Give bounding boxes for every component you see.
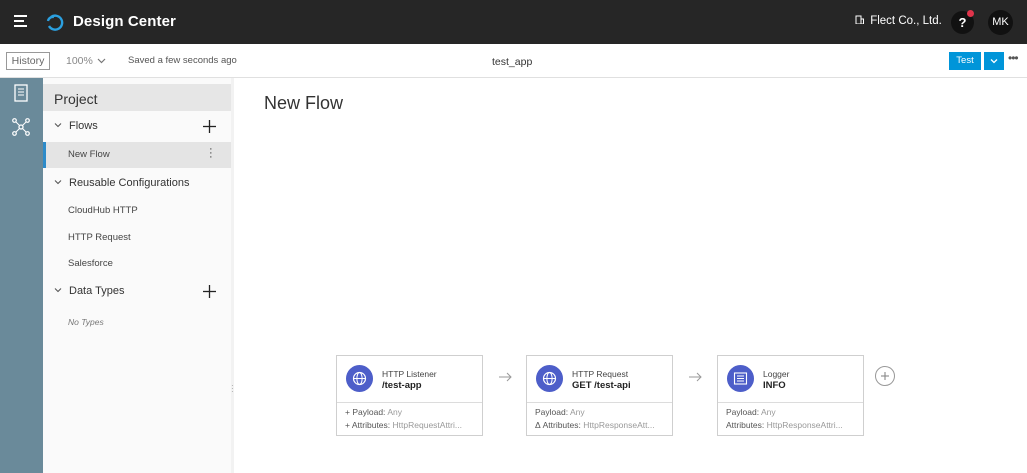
- chevron-down-icon: [54, 288, 62, 293]
- chevron-down-icon[interactable]: [97, 56, 106, 65]
- test-dropdown-button[interactable]: [984, 52, 1004, 70]
- reusable-section-header[interactable]: Reusable Configurations: [54, 177, 189, 189]
- node-attributes: + Attributes: HttpRequestAttri...: [345, 420, 462, 430]
- more-options-icon[interactable]: •••: [1008, 51, 1019, 65]
- flow-node-http-listener[interactable]: HTTP Listener /test-app + Payload: Any +…: [336, 355, 483, 436]
- chevron-down-icon: [990, 59, 998, 64]
- save-status: Saved a few seconds ago: [128, 55, 237, 66]
- sub-toolbar: History 100% Saved a few seconds ago tes…: [0, 44, 1027, 78]
- notification-dot: [967, 10, 974, 17]
- panel-resize-handle[interactable]: [231, 78, 234, 473]
- attr-label: Attributes:: [351, 420, 391, 430]
- node-payload: Payload: Any: [726, 407, 776, 417]
- reusable-label: Reusable Configurations: [69, 177, 190, 189]
- flow-item[interactable]: New Flow: [68, 149, 110, 160]
- add-data-type-icon[interactable]: [203, 285, 216, 298]
- node-payload: + Payload: Any: [345, 407, 402, 417]
- org-selector[interactable]: Flect Co., Ltd.: [855, 15, 942, 27]
- flow-title[interactable]: New Flow: [264, 93, 343, 114]
- payload-prefix: +: [345, 407, 350, 417]
- project-name: test_app: [492, 56, 533, 68]
- left-rail: [0, 78, 43, 473]
- node-payload: Payload: Any: [535, 407, 585, 417]
- config-item[interactable]: HTTP Request: [68, 232, 131, 243]
- config-item[interactable]: Salesforce: [68, 258, 113, 269]
- attr-prefix: +: [345, 420, 350, 430]
- node-name: HTTP Request: [572, 369, 629, 379]
- data-types-label: Data Types: [69, 285, 125, 297]
- zoom-level[interactable]: 100%: [66, 55, 93, 67]
- cloud-logo-icon[interactable]: [45, 12, 65, 32]
- flow-network-icon[interactable]: [12, 118, 30, 136]
- payload-value: Any: [387, 407, 402, 417]
- node-name: Logger: [763, 369, 790, 379]
- node-detail: GET /test-api: [572, 380, 631, 391]
- kebab-icon[interactable]: · · ·: [209, 144, 213, 163]
- test-button[interactable]: Test: [949, 52, 981, 70]
- flows-label: Flows: [69, 120, 98, 132]
- flow-node-http-request[interactable]: HTTP Request GET /test-api Payload: Any …: [526, 355, 673, 436]
- resize-grip-icon[interactable]: · · ·: [231, 382, 234, 396]
- attr-value: HttpResponseAttri...: [766, 420, 843, 430]
- node-header: HTTP Request GET /test-api: [527, 356, 672, 403]
- add-circle-icon[interactable]: [875, 366, 895, 386]
- globe-icon: [536, 365, 563, 392]
- node-header: Logger INFO: [718, 356, 863, 403]
- history-button[interactable]: History: [6, 52, 50, 70]
- flows-section-header[interactable]: Flows: [54, 120, 98, 132]
- add-flow-icon[interactable]: [203, 120, 216, 133]
- node-header: HTTP Listener /test-app: [337, 356, 482, 403]
- node-name: HTTP Listener: [382, 369, 437, 379]
- hamburger-icon[interactable]: [14, 15, 27, 28]
- attr-prefix: Δ: [535, 420, 541, 430]
- node-detail: INFO: [763, 380, 786, 391]
- no-types-text: No Types: [68, 317, 104, 327]
- globe-icon: [346, 365, 373, 392]
- document-icon[interactable]: [12, 84, 30, 102]
- payload-label: Payload:: [726, 407, 760, 417]
- payload-value: Any: [761, 407, 776, 417]
- payload-value: Any: [570, 407, 585, 417]
- node-detail: /test-app: [382, 380, 422, 391]
- data-types-section-header[interactable]: Data Types: [54, 285, 124, 297]
- attr-label: Attributes:: [542, 420, 581, 430]
- chevron-down-icon: [54, 180, 62, 185]
- logger-icon: [727, 365, 754, 392]
- attr-value: HttpResponseAtt...: [583, 420, 655, 430]
- chevron-down-icon: [54, 123, 62, 128]
- avatar[interactable]: MK: [988, 10, 1013, 35]
- project-panel: Project Flows New Flow · · · Reusable Conf…: [43, 78, 231, 473]
- flow-node-logger[interactable]: Logger INFO Payload: Any Attributes: Htt…: [717, 355, 864, 436]
- attr-value: HttpRequestAttri...: [392, 420, 462, 430]
- payload-label: Payload:: [535, 407, 569, 417]
- building-icon: [855, 15, 864, 24]
- arrow-right-icon: [499, 372, 512, 382]
- arrow-right-icon: [689, 372, 702, 382]
- attr-label: Attributes:: [726, 420, 765, 430]
- panel-title: Project: [54, 91, 98, 107]
- node-attributes: Δ Attributes: HttpResponseAtt...: [535, 420, 655, 430]
- payload-label: Payload:: [352, 407, 386, 417]
- top-bar: Design Center Flect Co., Ltd. ? MK: [0, 0, 1027, 44]
- node-attributes: Attributes: HttpResponseAttri...: [726, 420, 843, 430]
- app-title[interactable]: Design Center: [73, 13, 176, 30]
- org-name: Flect Co., Ltd.: [870, 15, 942, 27]
- config-item[interactable]: CloudHub HTTP: [68, 205, 138, 216]
